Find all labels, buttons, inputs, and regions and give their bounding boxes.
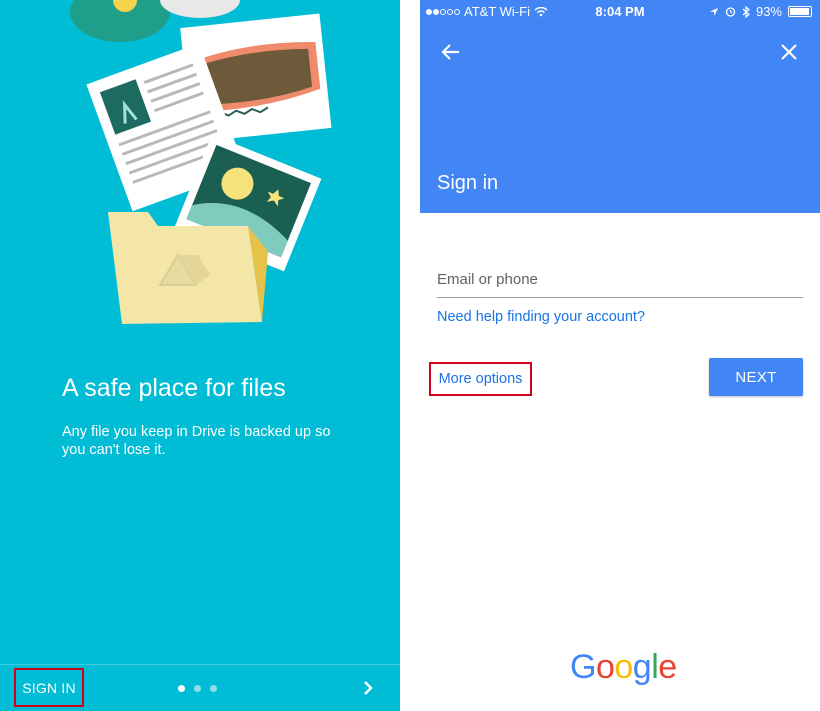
intro-headline: A safe place for files xyxy=(62,374,286,402)
logo-letter: o xyxy=(595,648,615,686)
intro-screen: A safe place for files Any file you keep… xyxy=(0,0,400,711)
drive-files-illustration xyxy=(70,0,332,324)
logo-letter: l xyxy=(651,648,659,686)
page-dot xyxy=(210,685,217,692)
status-bar: AT&T Wi-Fi 8:04 PM 93% xyxy=(420,0,820,22)
back-arrow-icon[interactable] xyxy=(440,41,462,63)
sign-in-button[interactable]: SIGN IN xyxy=(14,668,84,707)
signin-header: Sign in xyxy=(420,22,820,213)
email-field[interactable] xyxy=(437,266,803,298)
alarm-icon xyxy=(725,7,736,17)
logo-letter: o xyxy=(614,648,633,686)
intro-bottom-bar: SIGN IN xyxy=(0,664,400,711)
signin-screen: AT&T Wi-Fi 8:04 PM 93% Sign in Email or … xyxy=(420,0,820,711)
google-logo: Google xyxy=(570,648,677,687)
close-icon[interactable] xyxy=(778,41,800,63)
logo-letter: g xyxy=(632,648,652,686)
logo-letter: G xyxy=(570,648,596,686)
status-right-icons: 93% xyxy=(709,4,812,19)
bluetooth-icon xyxy=(742,5,750,18)
next-button[interactable]: NEXT xyxy=(709,358,803,396)
location-arrow-icon xyxy=(709,7,718,16)
chevron-right-icon[interactable] xyxy=(358,678,378,698)
logo-letter: e xyxy=(658,648,677,686)
page-dot xyxy=(178,685,185,692)
battery-icon xyxy=(788,6,812,17)
more-options-link[interactable]: More options xyxy=(429,362,532,396)
page-indicator xyxy=(178,685,217,692)
battery-percent: 93% xyxy=(755,4,782,19)
page-dot xyxy=(194,685,201,692)
find-account-link[interactable]: Need help finding your account? xyxy=(437,309,645,325)
intro-subtext: Any file you keep in Drive is backed up … xyxy=(62,424,331,458)
page-title: Sign in xyxy=(437,172,499,194)
